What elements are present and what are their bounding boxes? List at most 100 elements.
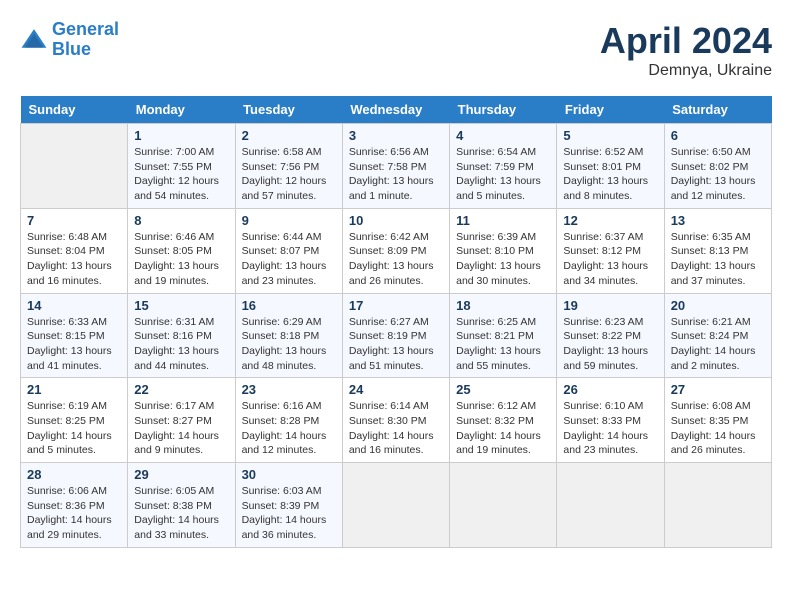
day-info: Sunrise: 6:03 AM Sunset: 8:39 PM Dayligh… — [242, 484, 336, 543]
col-friday: Friday — [557, 96, 664, 124]
day-info: Sunrise: 6:06 AM Sunset: 8:36 PM Dayligh… — [27, 484, 121, 543]
calendar-cell: 7 Sunrise: 6:48 AM Sunset: 8:04 PM Daylig… — [21, 208, 128, 293]
day-number: 29 — [134, 467, 228, 482]
day-info: Sunrise: 6:37 AM Sunset: 8:12 PM Dayligh… — [563, 230, 657, 289]
calendar-cell: 11Sunrise: 6:39 AM Sunset: 8:10 PM Dayli… — [450, 208, 557, 293]
col-thursday: Thursday — [450, 96, 557, 124]
month-title: April 2024 — [600, 20, 772, 62]
calendar-cell: 13 Sunrise: 6:35 AM Sunset: 8:13 PM Dayli… — [664, 208, 771, 293]
calendar-cell: 24 Sunrise: 6:14 AM Sunset: 8:30 PM Dayli… — [342, 378, 449, 463]
calendar-cell: 18 Sunrise: 6:25 AM Sunset: 8:21 PM Dayli… — [450, 293, 557, 378]
col-monday: Monday — [128, 96, 235, 124]
calendar-cell: 25Sunrise: 6:12 AM Sunset: 8:32 PM Dayli… — [450, 378, 557, 463]
calendar-cell — [557, 463, 664, 548]
calendar-cell: 22Sunrise: 6:17 AM Sunset: 8:27 PM Dayli… — [128, 378, 235, 463]
day-number: 11 — [456, 213, 550, 228]
calendar-cell: 3Sunrise: 6:56 AM Sunset: 7:58 PM Daylig… — [342, 124, 449, 209]
calendar-cell: 27Sunrise: 6:08 AM Sunset: 8:35 PM Dayli… — [664, 378, 771, 463]
day-number: 17 — [349, 298, 443, 313]
calendar-cell: 16 Sunrise: 6:29 AM Sunset: 8:18 PM Dayli… — [235, 293, 342, 378]
day-number: 18 — [456, 298, 550, 313]
week-row-1: 1 Sunrise: 7:00 AM Sunset: 7:55 PM Daylig… — [21, 124, 772, 209]
day-number: 10 — [349, 213, 443, 228]
day-info: Sunrise: 6:21 AM Sunset: 8:24 PM Dayligh… — [671, 315, 765, 374]
calendar-cell: 23 Sunrise: 6:16 AM Sunset: 8:28 PM Dayli… — [235, 378, 342, 463]
day-number: 4 — [456, 128, 550, 143]
day-number: 2 — [242, 128, 336, 143]
location: Demnya, Ukraine — [600, 62, 772, 80]
day-number: 16 — [242, 298, 336, 313]
day-number: 6 — [671, 128, 765, 143]
title-block: April 2024 Demnya, Ukraine — [600, 20, 772, 80]
day-info: Sunrise: 6:58 AM Sunset: 7:56 PM Dayligh… — [242, 145, 336, 204]
day-number: 28 — [27, 467, 121, 482]
day-info: Sunrise: 6:31 AM Sunset: 8:16 PM Dayligh… — [134, 315, 228, 374]
day-number: 13 — [671, 213, 765, 228]
calendar-cell — [21, 124, 128, 209]
week-row-3: 14 Sunrise: 6:33 AM Sunset: 8:15 PM Dayli… — [21, 293, 772, 378]
day-info: Sunrise: 6:52 AM Sunset: 8:01 PM Dayligh… — [563, 145, 657, 204]
day-info: Sunrise: 6:46 AM Sunset: 8:05 PM Dayligh… — [134, 230, 228, 289]
day-number: 9 — [242, 213, 336, 228]
col-saturday: Saturday — [664, 96, 771, 124]
day-info: Sunrise: 6:27 AM Sunset: 8:19 PM Dayligh… — [349, 315, 443, 374]
day-info: Sunrise: 6:44 AM Sunset: 8:07 PM Dayligh… — [242, 230, 336, 289]
calendar-table: Sunday Monday Tuesday Wednesday Thursday… — [20, 96, 772, 548]
day-info: Sunrise: 6:08 AM Sunset: 8:35 PM Dayligh… — [671, 399, 765, 458]
day-number: 15 — [134, 298, 228, 313]
day-number: 30 — [242, 467, 336, 482]
calendar-cell: 30 Sunrise: 6:03 AM Sunset: 8:39 PM Dayli… — [235, 463, 342, 548]
calendar-cell: 9 Sunrise: 6:44 AM Sunset: 8:07 PM Daylig… — [235, 208, 342, 293]
col-sunday: Sunday — [21, 96, 128, 124]
day-number: 8 — [134, 213, 228, 228]
day-number: 3 — [349, 128, 443, 143]
day-number: 19 — [563, 298, 657, 313]
calendar-cell: 19 Sunrise: 6:23 AM Sunset: 8:22 PM Dayli… — [557, 293, 664, 378]
calendar-cell — [664, 463, 771, 548]
day-info: Sunrise: 6:10 AM Sunset: 8:33 PM Dayligh… — [563, 399, 657, 458]
day-number: 23 — [242, 382, 336, 397]
day-number: 25 — [456, 382, 550, 397]
calendar-cell: 17 Sunrise: 6:27 AM Sunset: 8:19 PM Dayli… — [342, 293, 449, 378]
day-number: 24 — [349, 382, 443, 397]
calendar-cell: 8 Sunrise: 6:46 AM Sunset: 8:05 PM Daylig… — [128, 208, 235, 293]
day-info: Sunrise: 6:48 AM Sunset: 8:04 PM Dayligh… — [27, 230, 121, 289]
calendar-cell: 1 Sunrise: 7:00 AM Sunset: 7:55 PM Daylig… — [128, 124, 235, 209]
col-wednesday: Wednesday — [342, 96, 449, 124]
day-info: Sunrise: 6:35 AM Sunset: 8:13 PM Dayligh… — [671, 230, 765, 289]
day-info: Sunrise: 6:23 AM Sunset: 8:22 PM Dayligh… — [563, 315, 657, 374]
logo-icon — [20, 26, 48, 54]
calendar-cell: 26 Sunrise: 6:10 AM Sunset: 8:33 PM Dayli… — [557, 378, 664, 463]
day-number: 20 — [671, 298, 765, 313]
day-info: Sunrise: 6:17 AM Sunset: 8:27 PM Dayligh… — [134, 399, 228, 458]
calendar-cell: 6 Sunrise: 6:50 AM Sunset: 8:02 PM Daylig… — [664, 124, 771, 209]
calendar-cell: 14 Sunrise: 6:33 AM Sunset: 8:15 PM Dayli… — [21, 293, 128, 378]
col-tuesday: Tuesday — [235, 96, 342, 124]
calendar-cell: 29 Sunrise: 6:05 AM Sunset: 8:38 PM Dayli… — [128, 463, 235, 548]
calendar-cell: 10Sunrise: 6:42 AM Sunset: 8:09 PM Dayli… — [342, 208, 449, 293]
day-number: 1 — [134, 128, 228, 143]
day-info: Sunrise: 6:33 AM Sunset: 8:15 PM Dayligh… — [27, 315, 121, 374]
week-row-4: 21Sunrise: 6:19 AM Sunset: 8:25 PM Dayli… — [21, 378, 772, 463]
header-row: Sunday Monday Tuesday Wednesday Thursday… — [21, 96, 772, 124]
calendar-cell — [342, 463, 449, 548]
day-info: Sunrise: 6:05 AM Sunset: 8:38 PM Dayligh… — [134, 484, 228, 543]
day-number: 14 — [27, 298, 121, 313]
day-number: 7 — [27, 213, 121, 228]
calendar-cell: 2 Sunrise: 6:58 AM Sunset: 7:56 PM Daylig… — [235, 124, 342, 209]
calendar-cell: 12Sunrise: 6:37 AM Sunset: 8:12 PM Dayli… — [557, 208, 664, 293]
day-number: 26 — [563, 382, 657, 397]
week-row-2: 7 Sunrise: 6:48 AM Sunset: 8:04 PM Daylig… — [21, 208, 772, 293]
calendar-cell: 4Sunrise: 6:54 AM Sunset: 7:59 PM Daylig… — [450, 124, 557, 209]
day-info: Sunrise: 7:00 AM Sunset: 7:55 PM Dayligh… — [134, 145, 228, 204]
calendar-cell: 28 Sunrise: 6:06 AM Sunset: 8:36 PM Dayli… — [21, 463, 128, 548]
day-number: 5 — [563, 128, 657, 143]
day-info: Sunrise: 6:29 AM Sunset: 8:18 PM Dayligh… — [242, 315, 336, 374]
day-info: Sunrise: 6:25 AM Sunset: 8:21 PM Dayligh… — [456, 315, 550, 374]
day-info: Sunrise: 6:16 AM Sunset: 8:28 PM Dayligh… — [242, 399, 336, 458]
logo: General Blue — [20, 20, 119, 60]
page-header: General Blue April 2024 Demnya, Ukraine — [20, 20, 772, 80]
day-info: Sunrise: 6:50 AM Sunset: 8:02 PM Dayligh… — [671, 145, 765, 204]
day-info: Sunrise: 6:14 AM Sunset: 8:30 PM Dayligh… — [349, 399, 443, 458]
logo-text: General Blue — [52, 20, 119, 60]
